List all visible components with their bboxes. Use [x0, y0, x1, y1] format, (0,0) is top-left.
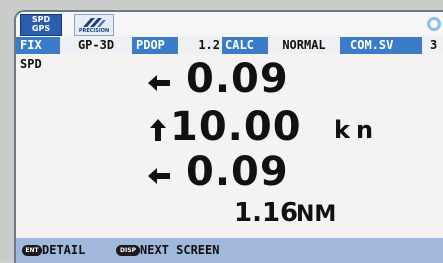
speed-row-3-value: 0.09 [186, 149, 289, 195]
pdop-value: 1.2 [178, 37, 222, 54]
pdop-label: PDOP [136, 38, 165, 52]
display-screen: SPD GPS PRECISION FIX GP-3D PDOP 1.2 CAL… [14, 10, 443, 263]
precision-logo-label: PRECISION [78, 28, 110, 34]
up-arrow-icon [150, 119, 166, 141]
footer-bar: ENT DETAIL DISP NEXT SCREEN [16, 238, 443, 263]
fix-value: GP-3D [60, 37, 132, 54]
precision-logo-graphic [83, 18, 106, 27]
detail-softkey-label[interactable]: DETAIL [42, 242, 85, 259]
mode-icon-line2: GPS [31, 24, 51, 33]
spd-gps-mode-icon[interactable]: SPD GPS [20, 14, 62, 36]
left-arrow-icon [148, 75, 170, 91]
calc-label: CALC [225, 38, 254, 52]
top-icon-bar: SPD GPS PRECISION [16, 12, 443, 36]
com-sv-label: COM.SV [350, 38, 394, 52]
speed-row-2-value: 10.00 [170, 104, 302, 150]
precision-logo-icon[interactable]: PRECISION [74, 14, 114, 36]
speed-unit-kn: kn [334, 116, 380, 144]
next-screen-softkey-label[interactable]: NEXT SCREEN [140, 242, 219, 259]
disp-key-icon[interactable]: DISP [116, 245, 140, 256]
status-ring-icon [427, 17, 441, 31]
distance-unit: NM [296, 202, 337, 227]
status-bar: FIX GP-3D PDOP 1.2 CALC NORMAL COM.SV 3 [16, 37, 443, 54]
mode-icon-line1: SPD [31, 15, 51, 24]
com-sv-value: 3 [422, 37, 443, 54]
left-arrow-icon [148, 168, 170, 184]
fix-label: FIX [20, 38, 42, 52]
ent-key-icon[interactable]: ENT [22, 245, 42, 256]
speed-row-1-value: 0.09 [186, 56, 289, 102]
calc-value: NORMAL [268, 37, 340, 54]
distance-value: 1.16 [234, 198, 299, 228]
section-label-spd: SPD [20, 57, 42, 71]
